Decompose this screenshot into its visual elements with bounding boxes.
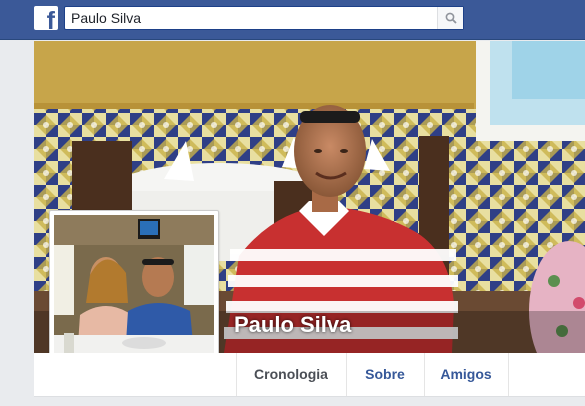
profile-name[interactable]: Paulo Silva xyxy=(234,312,351,338)
search-input[interactable] xyxy=(65,7,437,29)
tab-cronologia[interactable]: Cronologia xyxy=(236,353,346,396)
search-button[interactable] xyxy=(437,7,463,29)
search-box xyxy=(64,6,464,30)
facebook-logo-icon[interactable]: f xyxy=(34,6,58,30)
profile-picture-image xyxy=(54,215,214,375)
top-navigation-bar: f xyxy=(0,0,585,40)
tab-separator xyxy=(508,353,509,396)
tab-sobre[interactable]: Sobre xyxy=(346,353,424,396)
search-icon xyxy=(445,12,457,24)
profile-tabs-bar: Cronologia Sobre Amigos xyxy=(34,353,585,397)
tab-amigos[interactable]: Amigos xyxy=(424,353,508,396)
left-gutter xyxy=(0,41,34,406)
